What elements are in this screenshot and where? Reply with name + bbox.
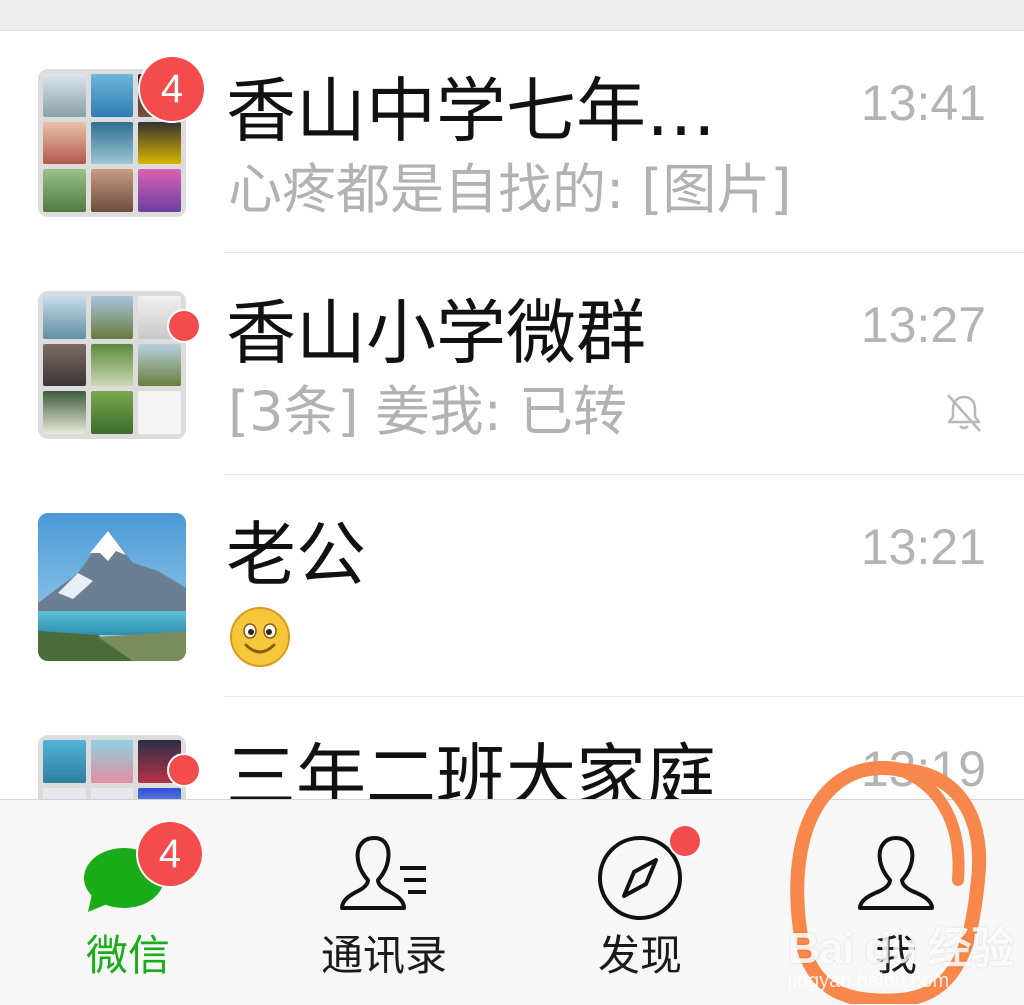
tab-me[interactable]: 我: [768, 800, 1024, 1005]
tab-new-dot: [670, 826, 700, 856]
group-avatar: [38, 291, 186, 439]
chat-time: 13:21: [860, 519, 986, 575]
tab-unread-badge: 4: [138, 822, 202, 886]
muted-bell-icon: [947, 394, 981, 432]
chat-title: 老公: [226, 514, 366, 596]
tab-label: 通讯录: [320, 931, 447, 980]
contacts-icon: [340, 836, 426, 910]
tab-discover[interactable]: 发现: [512, 800, 768, 1005]
chat-title: 香山小学微群: [226, 292, 646, 374]
chat-row[interactable]: 三年二班大家庭 13:19: [0, 697, 1024, 799]
chat-last-message: [3条] 姜我: 已转: [228, 380, 628, 443]
chat-time: 13:27: [860, 297, 986, 353]
chat-list: 4 香山中学七年… 心疼都是自找的: [图片] 13:41 香山小学微群 [3条…: [0, 31, 1024, 799]
unread-dot: [169, 755, 199, 785]
chat-last-message: 心疼都是自找的: [图片]: [228, 158, 792, 221]
chat-row[interactable]: 香山小学微群 [3条] 姜我: 已转 13:27: [0, 253, 1024, 475]
bottom-tab-bar: 4 微信 通讯录 发现 我: [0, 799, 1024, 1005]
tab-label: 发现: [597, 931, 682, 980]
tab-wechat[interactable]: 4 微信: [0, 800, 256, 1005]
tab-label: 我: [874, 931, 917, 980]
chat-time: 13:19: [860, 741, 986, 797]
person-icon: [858, 836, 934, 910]
chat-title: 三年二班大家庭: [226, 736, 716, 799]
unread-badge: 4: [140, 57, 204, 121]
tab-label: 微信: [85, 931, 170, 980]
chat-row[interactable]: 老公 13:21: [0, 475, 1024, 697]
unread-dot: [169, 311, 199, 341]
chat-row[interactable]: 4 香山中学七年… 心疼都是自找的: [图片] 13:41: [0, 31, 1024, 253]
smiley-emoji-icon: [230, 607, 290, 667]
chat-time: 13:41: [860, 75, 986, 131]
tab-contacts[interactable]: 通讯录: [256, 800, 512, 1005]
group-avatar: [38, 735, 186, 799]
contact-avatar: [38, 513, 186, 661]
chat-title: 香山中学七年…: [226, 70, 716, 152]
status-bar-strip: [0, 0, 1024, 31]
